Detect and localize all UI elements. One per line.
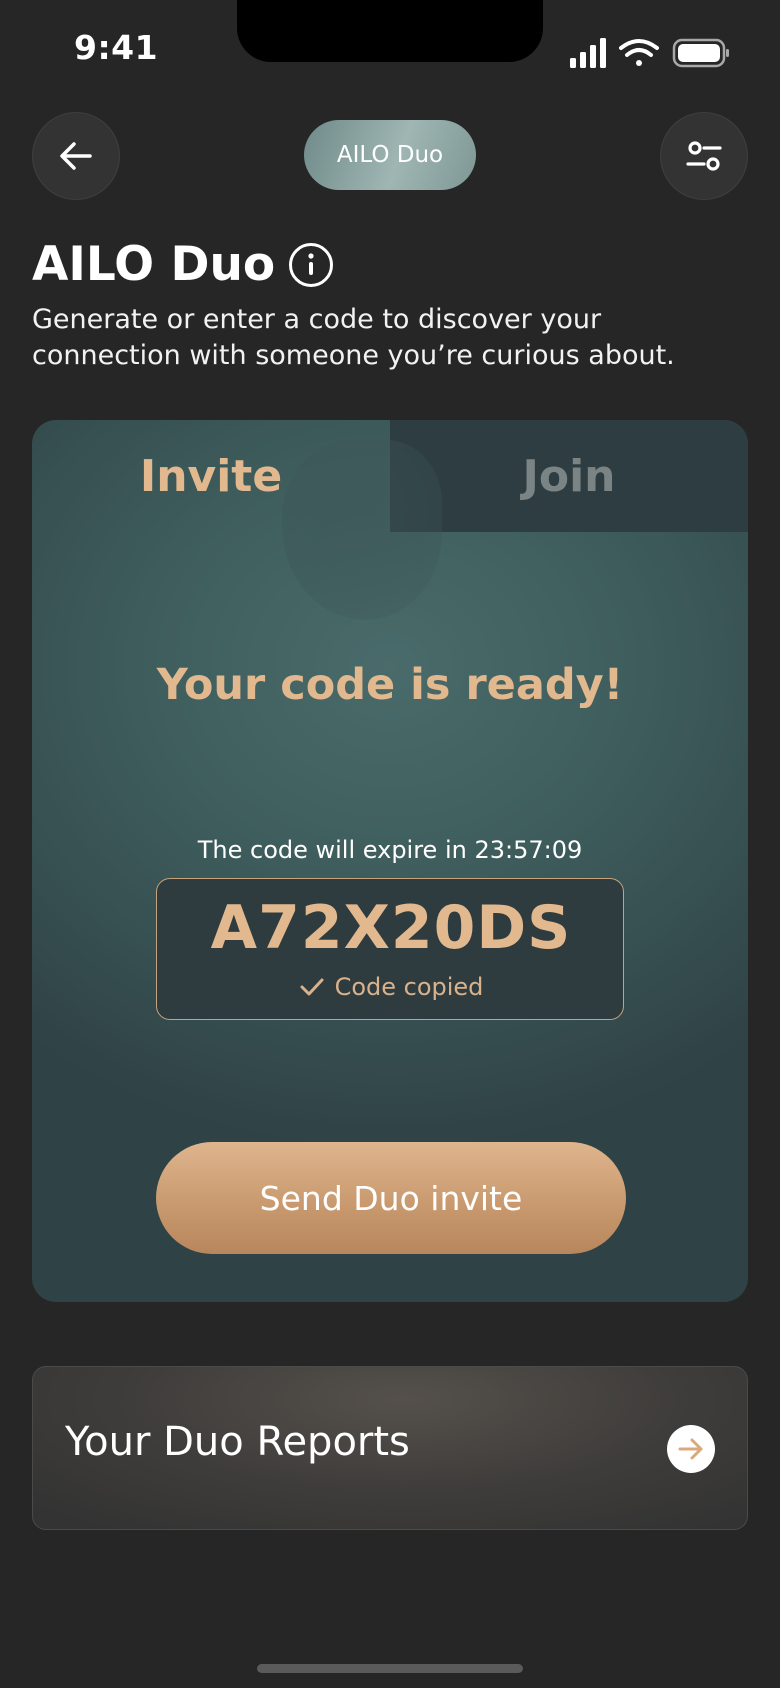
- page-subtitle: Generate or enter a code to discover you…: [32, 304, 675, 371]
- home-indicator[interactable]: [257, 1664, 523, 1673]
- expiry-prefix: The code will expire in: [197, 836, 475, 864]
- sliders-icon: [686, 141, 722, 171]
- code-ready-heading: Your code is ready!: [156, 660, 624, 710]
- tab-invite[interactable]: Invite: [32, 420, 390, 532]
- duo-reports-link[interactable]: Your Duo Reports: [32, 1366, 748, 1530]
- duo-reports-label: Your Duo Reports: [65, 1419, 410, 1465]
- cellular-signal-icon: [570, 38, 606, 68]
- page-title: AILO Duo: [32, 236, 334, 294]
- invite-code: A72X20DS: [210, 893, 572, 963]
- device-notch: [237, 0, 543, 62]
- code-expiry-text: The code will expire in 23:57:09: [32, 836, 748, 864]
- status-time: 9:41: [74, 28, 159, 67]
- send-duo-invite-button[interactable]: Send Duo invite: [156, 1142, 626, 1254]
- wifi-icon: [619, 39, 659, 66]
- arrow-left-icon: [60, 142, 92, 170]
- code-box[interactable]: A72X20DS Code copied: [156, 878, 624, 1020]
- checkmark-icon: [300, 978, 324, 996]
- page-pill[interactable]: AILO Duo: [304, 120, 476, 190]
- tab-join[interactable]: Join: [390, 420, 748, 532]
- duo-code-card: Invite Join Your code is ready! The code…: [32, 420, 748, 1302]
- settings-button[interactable]: [660, 112, 748, 200]
- arrow-right-icon: [667, 1425, 715, 1473]
- expiry-countdown: 23:57:09: [474, 836, 583, 864]
- battery-icon: [672, 38, 729, 68]
- page-title-text: AILO Duo: [32, 237, 276, 292]
- status-icons: [570, 38, 729, 68]
- code-copied-status: Code copied: [157, 973, 625, 1001]
- info-icon[interactable]: [289, 243, 334, 287]
- back-button[interactable]: [32, 112, 120, 200]
- code-copied-label: Code copied: [334, 973, 484, 1001]
